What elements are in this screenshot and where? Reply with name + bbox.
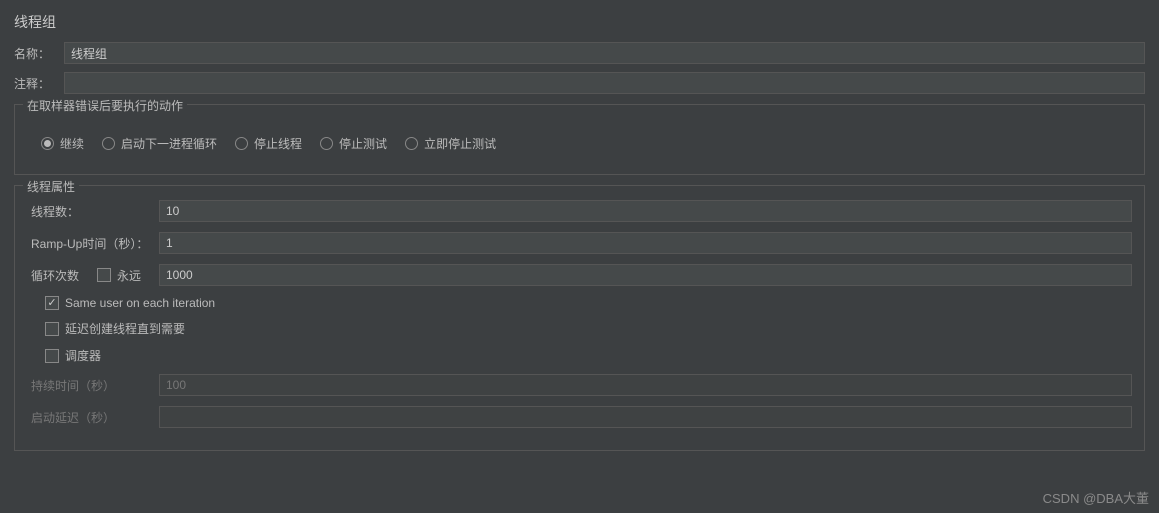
- checkbox-icon: [97, 268, 111, 282]
- scheduler-label: 调度器: [65, 347, 101, 364]
- error-action-legend: 在取样器错误后要执行的动作: [23, 97, 187, 114]
- watermark: CSDN @DBA大董: [1043, 488, 1149, 507]
- radio-icon: [41, 137, 54, 150]
- radio-icon: [235, 137, 248, 150]
- comment-input[interactable]: [64, 72, 1145, 94]
- name-input[interactable]: [64, 42, 1145, 64]
- radio-continue-label: 继续: [60, 135, 84, 152]
- forever-label: 永远: [117, 267, 141, 284]
- radio-stop-now[interactable]: 立即停止测试: [405, 135, 496, 152]
- radio-icon: [102, 137, 115, 150]
- delay-start-checkbox[interactable]: 延迟创建线程直到需要: [27, 320, 1132, 337]
- radio-stop-test-label: 停止测试: [339, 135, 387, 152]
- radio-stop-thread-label: 停止线程: [254, 135, 302, 152]
- radio-continue[interactable]: 继续: [41, 135, 84, 152]
- radio-icon: [320, 137, 333, 150]
- radio-stop-test[interactable]: 停止测试: [320, 135, 387, 152]
- same-user-checkbox[interactable]: Same user on each iteration: [27, 296, 1132, 310]
- radio-start-next-loop-label: 启动下一进程循环: [121, 135, 217, 152]
- thread-props-legend: 线程属性: [23, 178, 79, 195]
- checkbox-icon: [45, 322, 59, 336]
- scheduler-checkbox[interactable]: 调度器: [27, 347, 1132, 364]
- radio-start-next-loop[interactable]: 启动下一进程循环: [102, 135, 217, 152]
- error-action-fieldset: 在取样器错误后要执行的动作 继续 启动下一进程循环 停止线程 停止测试 立即停止…: [14, 104, 1145, 175]
- checkbox-icon: [45, 296, 59, 310]
- duration-input[interactable]: [159, 374, 1132, 396]
- loop-input[interactable]: [159, 264, 1132, 286]
- checkbox-icon: [45, 349, 59, 363]
- threads-input[interactable]: [159, 200, 1132, 222]
- duration-label: 持续时间（秒）: [27, 377, 153, 394]
- radio-stop-now-label: 立即停止测试: [424, 135, 496, 152]
- radio-icon: [405, 137, 418, 150]
- comment-label: 注释：: [14, 75, 58, 92]
- startup-delay-input[interactable]: [159, 406, 1132, 428]
- rampup-input[interactable]: [159, 232, 1132, 254]
- radio-stop-thread[interactable]: 停止线程: [235, 135, 302, 152]
- forever-checkbox[interactable]: 永远: [97, 267, 153, 284]
- startup-delay-label: 启动延迟（秒）: [27, 409, 153, 426]
- loop-label: 循环次数: [27, 267, 91, 284]
- page-title: 线程组: [14, 12, 1145, 32]
- name-label: 名称：: [14, 45, 58, 62]
- delay-start-label: 延迟创建线程直到需要: [65, 320, 185, 337]
- thread-props-fieldset: 线程属性 线程数： Ramp-Up时间（秒）： 循环次数 永远 Same use…: [14, 185, 1145, 451]
- same-user-label: Same user on each iteration: [65, 296, 215, 310]
- rampup-label: Ramp-Up时间（秒）：: [27, 235, 153, 252]
- threads-label: 线程数：: [27, 203, 153, 220]
